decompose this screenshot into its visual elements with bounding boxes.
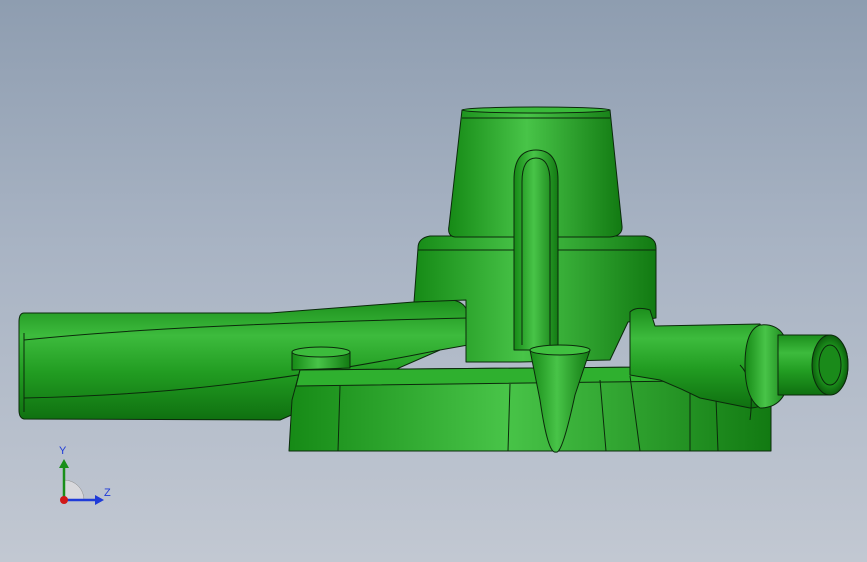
view-orientation-triad: Y Z [59,445,111,505]
y-axis-arrow [59,459,69,468]
z-axis-arrow [95,495,104,505]
x-axis-dot [60,496,68,504]
graphics-viewport[interactable]: Y Z [0,0,867,562]
y-axis-label: Y [59,445,67,457]
vertical-rib [513,149,559,351]
3d-part-model[interactable] [0,0,867,562]
z-axis-label: Z [104,487,111,499]
